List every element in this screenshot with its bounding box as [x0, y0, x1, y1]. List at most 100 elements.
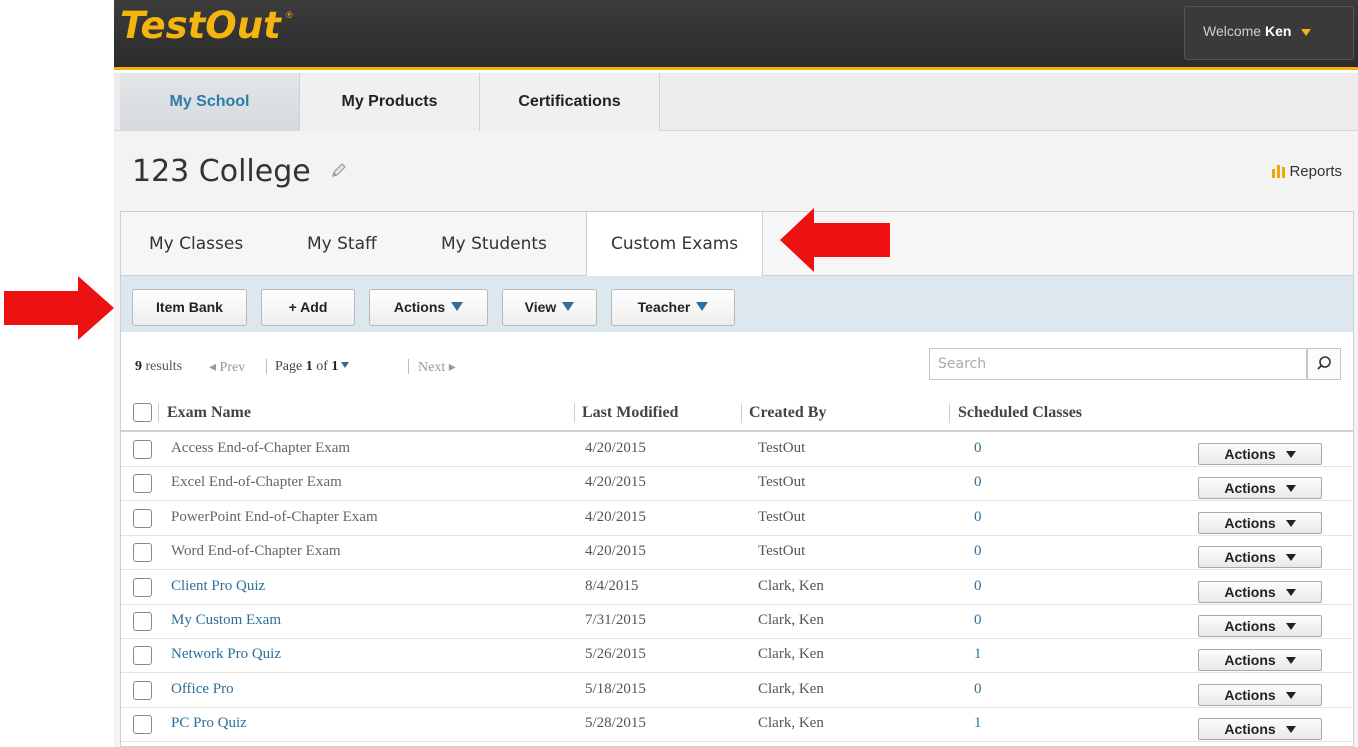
column-header-created-by[interactable]: Created By — [749, 404, 826, 422]
select-all-checkbox[interactable] — [133, 403, 152, 422]
custom-exams-panel: My Classes My Staff My Students Custom E… — [120, 211, 1354, 747]
row-actions-button[interactable]: Actions — [1198, 615, 1322, 637]
view-dropdown-button[interactable]: View — [502, 289, 597, 326]
results-number: 9 — [135, 359, 142, 374]
row-actions-button[interactable]: Actions — [1198, 546, 1322, 569]
scheduled-classes-link[interactable]: 0 — [974, 578, 982, 595]
page-selector[interactable]: Page 1 of 1 — [275, 359, 350, 375]
chevron-down-icon — [1301, 28, 1312, 36]
row-actions-button[interactable]: Actions — [1198, 718, 1322, 741]
table-row[interactable]: PowerPoint End-of-Chapter Exam 4/20/2015 T… — [121, 502, 1353, 536]
welcome-text: Welcome — [1203, 23, 1262, 39]
search-input[interactable]: Search — [929, 348, 1307, 380]
actions-label: Actions — [393, 299, 446, 315]
scheduled-classes-link[interactable]: 0 — [974, 543, 982, 560]
tab-my-students[interactable]: My Students — [441, 212, 547, 276]
search-icon — [1317, 356, 1331, 370]
page-prefix: Page — [275, 359, 303, 374]
row-checkbox[interactable] — [133, 440, 152, 459]
tab-my-classes[interactable]: My Classes — [149, 212, 243, 276]
row-actions-label: Actions — [1224, 549, 1276, 566]
pencil-edit-icon[interactable] — [330, 161, 348, 179]
teacher-dropdown-button[interactable]: Teacher — [611, 289, 735, 326]
scheduled-classes-link[interactable]: 0 — [974, 440, 982, 457]
last-modified-cell: 5/28/2015 — [585, 715, 646, 732]
header-divider — [949, 403, 950, 423]
last-modified-cell: 5/26/2015 — [585, 646, 646, 663]
last-modified-cell: 4/20/2015 — [585, 508, 646, 525]
row-checkbox[interactable] — [133, 543, 152, 563]
total-pages: 1 — [331, 359, 339, 374]
tab-my-staff[interactable]: My Staff — [307, 212, 377, 276]
view-label: View — [524, 299, 557, 315]
table-row[interactable]: Network Pro Quiz 5/26/2015 Clark, Ken 1 Acti… — [121, 639, 1353, 674]
add-button[interactable]: + Add — [261, 289, 355, 326]
table-row[interactable]: Access End-of-Chapter Exam 4/20/2015 TestO… — [121, 433, 1353, 467]
table-row[interactable]: Office Pro 5/18/2015 Clark, Ken 0 Actions — [121, 674, 1353, 708]
column-header-exam-name[interactable]: Exam Name — [167, 404, 251, 422]
row-checkbox[interactable] — [133, 646, 152, 666]
tab-custom-exams[interactable]: Custom Exams — [586, 212, 764, 277]
created-by-cell: Clark, Ken — [758, 612, 824, 628]
exam-name-cell[interactable]: My Custom Exam — [171, 612, 281, 629]
column-header-scheduled-classes[interactable]: Scheduled Classes — [958, 404, 1082, 422]
exam-name-cell[interactable]: Office Pro — [171, 681, 234, 698]
search-button[interactable] — [1307, 348, 1341, 380]
caret-down-icon — [1285, 691, 1296, 699]
caret-down-icon — [1285, 451, 1296, 458]
page-title: 123 College — [132, 154, 311, 189]
scheduled-classes-link[interactable]: 0 — [974, 474, 982, 491]
exam-name-cell[interactable]: PC Pro Quiz — [171, 715, 247, 732]
caret-down-icon — [1285, 519, 1296, 527]
main-nav: My School My Products Certifications — [114, 73, 1358, 131]
scheduled-classes-link[interactable]: 0 — [974, 509, 982, 526]
row-checkbox[interactable] — [133, 508, 152, 528]
caret-down-icon — [1285, 485, 1296, 493]
row-checkbox[interactable] — [133, 715, 152, 735]
row-checkbox[interactable] — [133, 612, 152, 631]
table-row[interactable]: Client Pro Quiz 8/4/2015 Clark, Ken 0 Action… — [121, 571, 1353, 605]
prev-page-link[interactable]: ◂ Prev — [209, 359, 245, 376]
row-actions-label: Actions — [1224, 652, 1276, 669]
row-actions-button[interactable]: Actions — [1198, 580, 1322, 603]
last-modified-cell: 4/20/2015 — [585, 474, 646, 491]
scheduled-classes-link[interactable]: 0 — [974, 681, 982, 698]
exam-name-cell[interactable]: Client Pro Quiz — [171, 578, 265, 595]
reports-link[interactable]: Reports — [1272, 163, 1342, 180]
exam-name-cell: Word End-of-Chapter Exam — [171, 543, 341, 560]
column-header-last-modified[interactable]: Last Modified — [582, 404, 678, 422]
actions-dropdown-button[interactable]: Actions — [369, 289, 488, 326]
item-bank-button[interactable]: Item Bank — [132, 289, 247, 326]
row-actions-button[interactable]: Actions — [1198, 443, 1322, 465]
scheduled-classes-link[interactable]: 0 — [974, 612, 982, 629]
scheduled-classes-link[interactable]: 1 — [974, 646, 982, 663]
reports-label: Reports — [1289, 163, 1342, 180]
table-row[interactable]: Word End-of-Chapter Exam 4/20/2015 TestOut… — [121, 536, 1353, 571]
bar-chart-icon — [1272, 165, 1286, 178]
caret-down-icon — [1285, 726, 1296, 734]
table-row[interactable]: Excel End-of-Chapter Exam 4/20/2015 TestOu… — [121, 467, 1353, 502]
welcome-menu[interactable]: Welcome Ken — [1184, 6, 1354, 60]
nav-tab-certifications[interactable]: Certifications — [480, 73, 660, 131]
table-row[interactable]: My Custom Exam 7/31/2015 Clark, Ken 0 Action… — [121, 605, 1353, 639]
row-actions-button[interactable]: Actions — [1198, 477, 1322, 500]
results-count: 9 results — [135, 359, 182, 375]
teacher-label: Teacher — [637, 299, 691, 315]
caret-down-icon — [696, 302, 709, 311]
row-checkbox[interactable] — [133, 577, 152, 597]
row-checkbox[interactable] — [133, 680, 152, 700]
testout-logo[interactable]: TestOut — [120, 4, 281, 47]
pager-divider — [266, 359, 267, 374]
nav-tab-my-school[interactable]: My School — [120, 73, 300, 131]
created-by-cell: TestOut — [758, 508, 806, 525]
row-actions-button[interactable]: Actions — [1198, 683, 1322, 706]
exam-name-cell[interactable]: Network Pro Quiz — [171, 646, 281, 663]
pager-divider — [408, 359, 409, 374]
row-checkbox[interactable] — [133, 474, 152, 494]
next-page-link[interactable]: Next ▸ — [418, 359, 456, 376]
scheduled-classes-link[interactable]: 1 — [974, 715, 982, 732]
table-row[interactable]: PC Pro Quiz 5/28/2015 Clark, Ken 1 Actions — [121, 708, 1353, 743]
nav-tab-my-products[interactable]: My Products — [300, 73, 480, 131]
row-actions-button[interactable]: Actions — [1198, 649, 1322, 672]
row-actions-button[interactable]: Actions — [1198, 511, 1322, 534]
